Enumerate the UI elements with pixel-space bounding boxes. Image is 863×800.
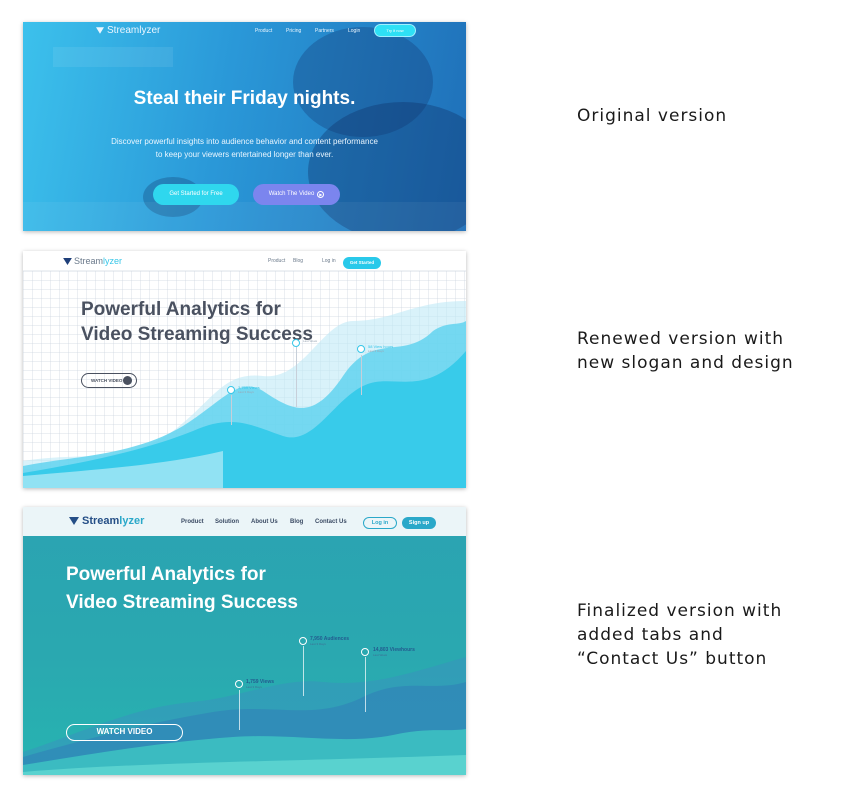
hero-background-photo [23,27,466,231]
stat-audiences: 7,950 Audiences Last 3 Days [310,636,349,646]
stat-marker-icon [235,680,243,688]
stat-viewhours: 14,803 Viewhours Last Week [373,647,415,657]
logo[interactable]: Streamlyzer [96,25,160,36]
heart-icon [96,27,104,34]
heart-icon [69,517,79,525]
stat-line [239,690,240,730]
logo-text-prefix: Stream [74,256,104,266]
stat-viewhours-note: Last 3 Days [368,349,384,353]
stat-line [303,646,304,696]
nav-item-product[interactable]: Product [255,28,272,34]
watch-video-button[interactable]: WATCH VIDEO [66,724,183,741]
stat-views: 3,759 Views Last 3 Days [238,385,260,394]
caption-original: Original version [577,106,728,126]
get-started-button[interactable]: Get Started [343,257,381,269]
watch-video-label: WATCH VIDEO [91,378,123,383]
heart-icon [63,258,72,265]
logo[interactable]: Streamlyzer [69,515,144,527]
try-it-now-button[interactable]: Try it now [374,24,416,37]
logo-text-suffix: lyzer [103,256,123,266]
stat-line [296,347,297,407]
signup-button[interactable]: Sign up [402,517,436,529]
stat-marker-icon [361,648,369,656]
hero-headline: Powerful Analytics for Video Streaming S… [66,561,298,617]
nav-item-blog[interactable]: Blog [293,258,303,264]
stat-marker-icon [299,637,307,645]
login-button[interactable]: Log in [363,517,397,529]
stat-line [361,355,362,395]
stat-audience: Last Week [303,339,317,343]
nav-item-solution[interactable]: Solution [215,519,239,525]
nav-item-about-us[interactable]: About Us [251,519,278,525]
logo-text-suffix: lyzer [119,515,145,527]
stat-marker-icon [357,345,365,353]
hero-headline: Powerful Analytics for Video Streaming S… [81,297,313,347]
hero-headline: Steal their Friday nights. [133,88,356,109]
original-version-screenshot: Streamlyzer Product Pricing Partners Log… [23,22,466,231]
nav-item-blog[interactable]: Blog [290,519,303,525]
watch-video-button[interactable]: Watch The Video ▶ [253,184,340,205]
stat-marker-icon [227,386,235,394]
headline-line-2: Video Streaming Success [81,324,313,345]
get-started-button[interactable]: Get Started for Free [153,184,239,205]
stat-views-note: Last 3 Days [246,685,262,689]
headline-line-2: Video Streaming Success [66,592,298,613]
stat-audiences-note: Last 3 Days [310,642,326,646]
hero-subtext: Discover powerful insights into audience… [111,137,378,159]
headline-line-1: Powerful Analytics for [66,564,266,585]
stat-line [365,657,366,712]
nav-item-login[interactable]: Log in [322,258,336,264]
top-nav: Streamlyzer Product Solution About Us Bl… [23,507,466,536]
logo[interactable]: Streamlyzer [63,256,122,266]
nav-item-login[interactable]: Login [348,28,360,34]
nav-item-product[interactable]: Product [268,258,285,264]
watch-video-label: Watch The Video [268,191,315,197]
nav-item-contact-us[interactable]: Contact Us [315,519,347,525]
nav-item-product[interactable]: Product [181,519,204,525]
stat-viewhours: 58 View hours Last 3 Days [368,344,393,353]
play-icon [123,376,132,385]
logo-text-prefix: Stream [82,515,120,527]
stat-audience-note: Last Week [303,339,318,343]
top-nav: Streamlyzer Product Blog Log in Get Star… [23,251,466,271]
caption-renewed: Renewed version with new slogan and desi… [577,329,794,373]
nav-item-pricing[interactable]: Pricing [286,28,301,34]
stat-marker-icon [292,339,300,347]
nav-item-partners[interactable]: Partners [315,28,334,34]
finalized-version-screenshot: Streamlyzer Product Solution About Us Bl… [23,507,466,775]
caption-finalized: Finalized version with added tabs and “C… [577,601,783,669]
stat-views: 1,759 Views Last 3 Days [246,679,274,689]
analytics-wave-graphic [23,301,466,488]
stat-line [231,395,232,425]
play-icon: ▶ [317,191,325,198]
watch-video-button[interactable]: WATCH VIDEO [81,373,137,388]
logo-text: Streamlyzer [107,25,161,36]
stat-views-note: Last 3 Days [238,390,254,394]
top-nav: Streamlyzer Product Pricing Partners Log… [23,22,466,40]
renewed-version-screenshot: Streamlyzer Product Blog Log in Get Star… [23,251,466,488]
stat-viewhours-note: Last Week [373,653,388,657]
headline-line-1: Powerful Analytics for [81,299,281,320]
